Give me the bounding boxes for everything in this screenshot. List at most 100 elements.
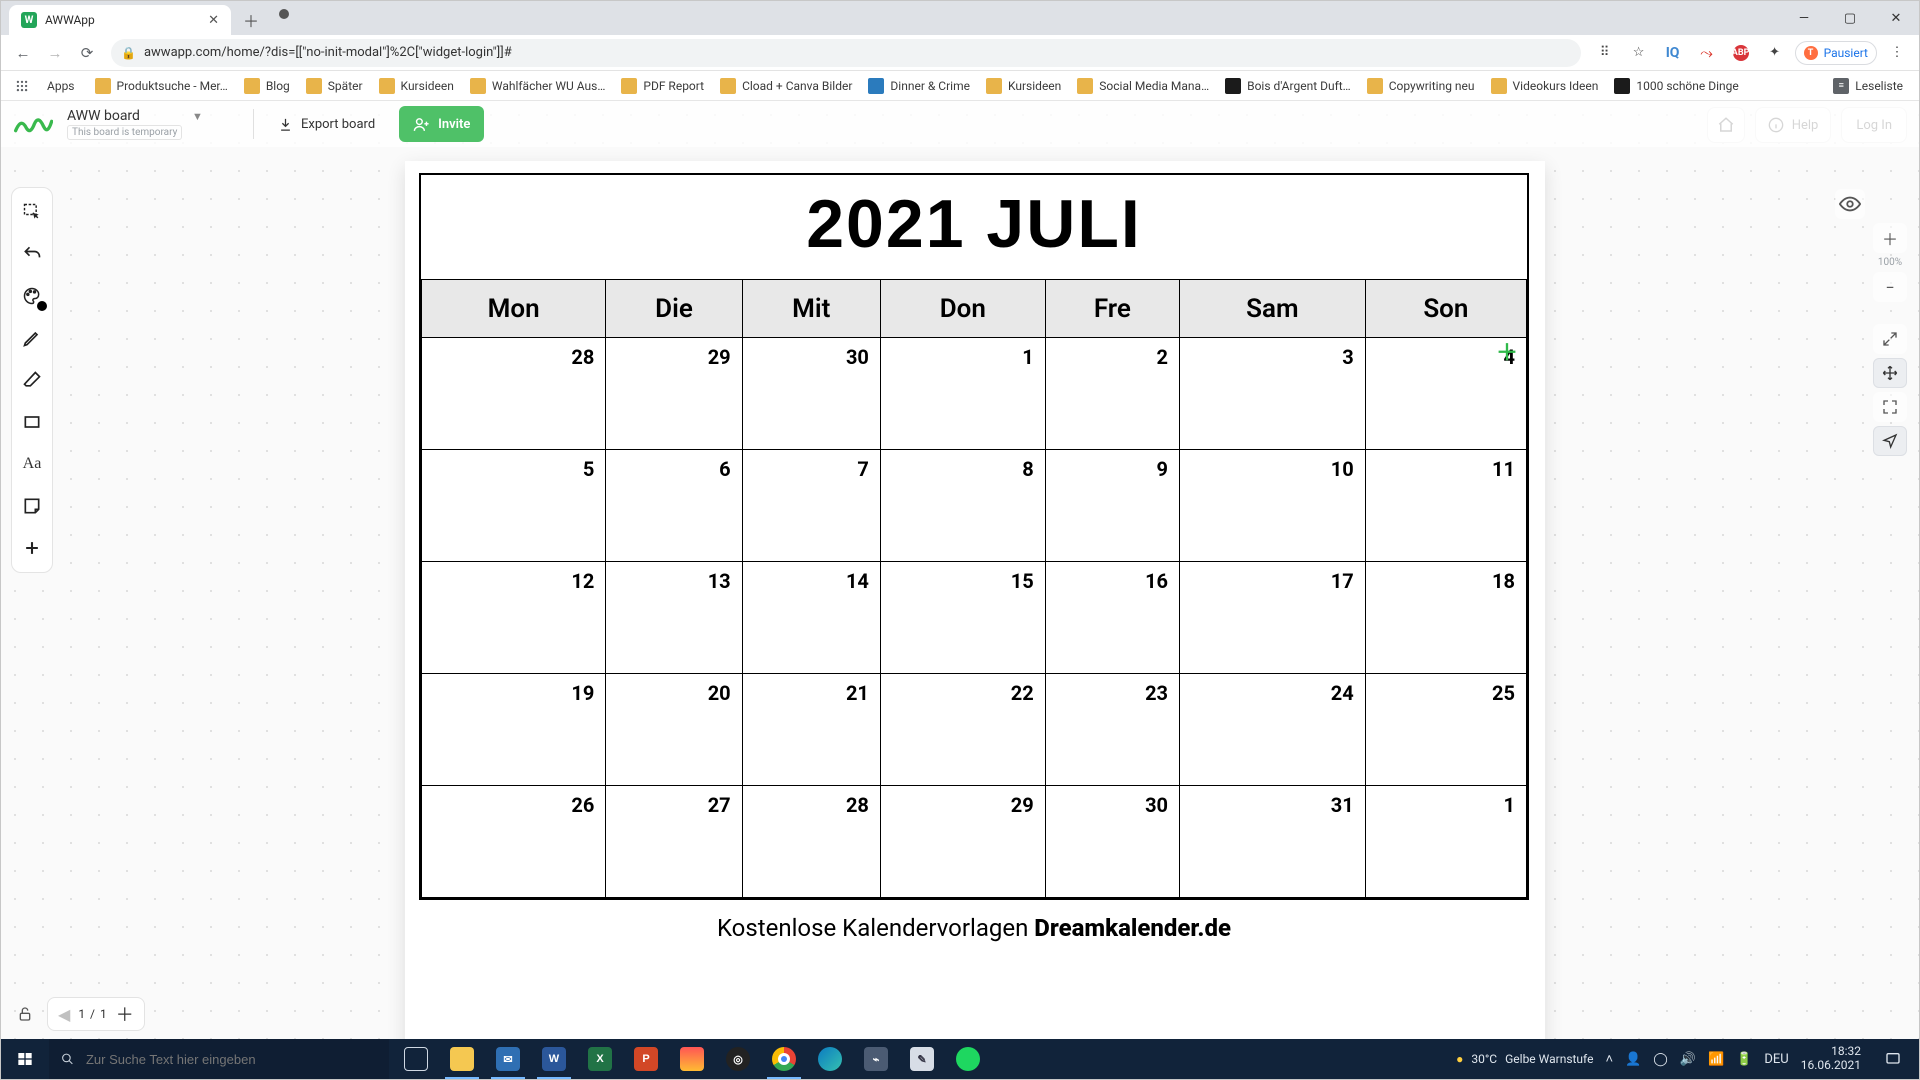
bookmark-item[interactable]: Produktsuche - Mer… <box>87 73 236 99</box>
minimize-button[interactable]: — <box>1781 1 1827 35</box>
bookmarks-bar: Apps Produktsuche - Mer…BlogSpäterKursid… <box>1 71 1919 101</box>
visibility-icon[interactable] <box>1835 189 1865 219</box>
close-window-button[interactable]: ✕ <box>1873 1 1919 35</box>
close-tab-icon[interactable]: ✕ <box>208 13 219 28</box>
invite-button[interactable]: Invite <box>399 106 484 142</box>
bookmark-item[interactable]: Bois d'Argent Duft… <box>1217 73 1359 99</box>
bookmark-item[interactable]: 1000 schöne Dinge <box>1606 73 1746 99</box>
shape-tool[interactable] <box>14 402 50 442</box>
calendar-cell: 28 <box>422 338 606 450</box>
tab-search-icon[interactable] <box>279 9 289 19</box>
omnibox[interactable]: 🔒 awwapp.com/home/?dis=[["no-init-modal"… <box>111 39 1581 67</box>
bookmark-star-icon[interactable]: ☆ <box>1625 39 1653 67</box>
brave-app-icon[interactable] <box>669 1039 715 1079</box>
bookmark-label: Videokurs Ideen <box>1513 79 1599 93</box>
bookmark-item[interactable]: Dinner & Crime <box>860 73 978 99</box>
reading-list-button[interactable]: ≡ Leseliste <box>1825 73 1911 99</box>
bookmark-item[interactable]: Wahlfächer WU Aus… <box>462 73 614 99</box>
bookmark-item[interactable]: Copywriting neu <box>1359 73 1483 99</box>
select-tool[interactable] <box>14 192 50 232</box>
spotify-app-icon[interactable] <box>945 1039 991 1079</box>
mail-app-icon[interactable]: ✉ <box>485 1039 531 1079</box>
page-prev-button[interactable]: ◀ <box>54 1005 74 1024</box>
excel-app-icon[interactable]: X <box>577 1039 623 1079</box>
bookmark-item[interactable]: Blog <box>236 73 298 99</box>
translate-icon[interactable]: ⠿ <box>1591 39 1619 67</box>
edge-app-icon[interactable] <box>807 1039 853 1079</box>
maximize-button[interactable]: ▢ <box>1827 1 1873 35</box>
calendar-cell: 25 <box>1365 674 1526 786</box>
calendar-date-number: 22 <box>882 675 1044 705</box>
taskbar-search-input[interactable] <box>84 1051 377 1068</box>
bookmarks-apps-label[interactable]: Apps <box>39 73 83 99</box>
bookmark-item[interactable]: Später <box>298 73 371 99</box>
aww-logo[interactable] <box>13 109 53 139</box>
tray-volume-icon[interactable]: 🔊 <box>1680 1052 1696 1067</box>
lock-board-icon[interactable] <box>11 997 39 1031</box>
tray-battery-icon[interactable]: 🔋 <box>1736 1052 1752 1067</box>
color-palette-tool[interactable] <box>14 276 50 316</box>
calendar-date-number: 12 <box>423 563 604 593</box>
browser-tab-active[interactable]: W AWWApp ✕ <box>9 5 231 35</box>
taskbar-search[interactable] <box>49 1039 389 1079</box>
profile-chip[interactable]: T Pausiert <box>1795 41 1877 65</box>
navigate-button[interactable] <box>1873 426 1907 456</box>
extension-iq-icon[interactable]: IQ <box>1659 39 1687 67</box>
word-app-icon[interactable]: W <box>531 1039 577 1079</box>
calendar-date-number: 30 <box>1047 787 1178 817</box>
chrome-app-icon[interactable] <box>761 1039 807 1079</box>
zoom-level-label: 100% <box>1878 257 1902 268</box>
calendar-date-number: 8 <box>882 451 1044 481</box>
zoom-in-button[interactable]: ＋ <box>1873 223 1907 253</box>
tray-location-icon[interactable]: ◯ <box>1653 1052 1668 1067</box>
start-button[interactable] <box>1 1039 49 1079</box>
tray-people-icon[interactable]: 👤 <box>1625 1052 1641 1067</box>
expand-view-button[interactable] <box>1873 324 1907 354</box>
nav-forward-button[interactable]: → <box>41 39 69 67</box>
new-tab-button[interactable]: ＋ <box>237 6 265 34</box>
fit-view-button[interactable] <box>1873 392 1907 422</box>
calendar-cell: 28 <box>742 786 880 898</box>
file-explorer-icon[interactable] <box>439 1039 485 1079</box>
pen-tool[interactable] <box>14 318 50 358</box>
calendar-document[interactable]: 2021 JULI MonDieMitDonFreSamSon 28293012… <box>419 173 1529 948</box>
obs-app-icon[interactable]: ◎ <box>715 1039 761 1079</box>
bookmark-item[interactable]: Kursideen <box>371 73 462 99</box>
extensions-menu-icon[interactable]: ✦ <box>1761 39 1789 67</box>
bookmark-item[interactable]: PDF Report <box>613 73 712 99</box>
sticky-note-tool[interactable] <box>14 486 50 526</box>
tray-chevron-up-icon[interactable]: ˄ <box>1605 1051 1613 1067</box>
browser-tabstrip: W AWWApp ✕ ＋ — ▢ ✕ <box>1 1 1919 35</box>
task-view-icon[interactable] <box>393 1039 439 1079</box>
apps-launcher-icon[interactable] <box>9 79 35 93</box>
add-tool[interactable] <box>14 528 50 568</box>
reader-app-icon[interactable]: ⌁ <box>853 1039 899 1079</box>
extension-tag-icon[interactable]: ⤳ <box>1693 39 1721 67</box>
calendar-date-number: 1 <box>882 339 1044 369</box>
nav-back-button[interactable]: ← <box>9 39 37 67</box>
bookmark-item[interactable]: Kursideen <box>978 73 1069 99</box>
page-add-button[interactable]: ＋ <box>112 1001 138 1027</box>
undo-tool[interactable] <box>14 234 50 274</box>
weather-widget[interactable]: ● 30°C Gelbe Warnstufe <box>1456 1052 1593 1066</box>
powerpoint-app-icon[interactable]: P <box>623 1039 669 1079</box>
notes-app-icon[interactable]: ✎ <box>899 1039 945 1079</box>
bookmark-item[interactable]: Social Media Mana… <box>1069 73 1217 99</box>
tray-wifi-icon[interactable]: 📶 <box>1708 1052 1724 1067</box>
bookmark-favicon-icon <box>1491 78 1507 94</box>
tray-clock[interactable]: 18:32 16.06.2021 <box>1801 1045 1861 1073</box>
chrome-menu-icon[interactable]: ⋮ <box>1883 39 1911 67</box>
text-tool[interactable]: Aa <box>14 444 50 484</box>
nav-reload-button[interactable]: ⟳ <box>73 39 101 67</box>
board-name-dropdown[interactable]: AWW board ▼ This board is temporary <box>63 108 243 140</box>
bookmark-item[interactable]: Videokurs Ideen <box>1483 73 1607 99</box>
calendar-cell: 5 <box>422 450 606 562</box>
extension-adblock-icon[interactable]: ABP <box>1727 39 1755 67</box>
action-center-icon[interactable] <box>1873 1051 1913 1067</box>
bookmark-item[interactable]: Cload + Canva Bilder <box>712 73 860 99</box>
export-board-button[interactable]: Export board <box>264 106 389 142</box>
tray-language-label[interactable]: DEU <box>1764 1052 1788 1067</box>
eraser-tool[interactable] <box>14 360 50 400</box>
zoom-out-button[interactable]: − <box>1873 272 1907 302</box>
pan-mode-button[interactable] <box>1873 358 1907 388</box>
